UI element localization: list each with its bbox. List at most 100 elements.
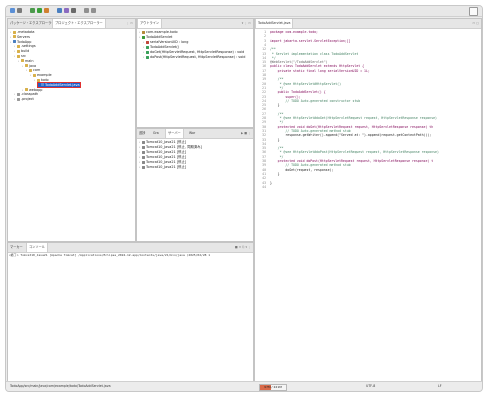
- method-icon: [146, 50, 149, 54]
- server-item[interactable]: › Tomcat10_Java21 [停止]: [139, 155, 186, 160]
- console-output: <終了> Tomcat10_Java21 [Apache Tomcat] /Ap…: [9, 253, 211, 257]
- search-icon[interactable]: [71, 8, 76, 13]
- code-line[interactable]: * @see HttpServlet#doGet(HttpServletRequ…: [270, 116, 437, 120]
- java-file-icon: [41, 83, 44, 87]
- tab-markers[interactable]: マーカー: [8, 243, 25, 252]
- tree-item-label: java: [29, 63, 37, 68]
- view-menu-icon[interactable]: ⋮ ▭: [126, 21, 133, 26]
- code-line[interactable]: response.getWriter().append("Served at: …: [270, 133, 431, 137]
- tree-item-label: .classpath: [21, 92, 39, 97]
- tree-item-label: TodoApp: [17, 39, 32, 44]
- package-icon: [142, 30, 145, 34]
- heap-label: 97M / 221M: [264, 385, 282, 389]
- heap-status[interactable]: 97M / 221M: [259, 384, 287, 391]
- save-icon[interactable]: [17, 8, 22, 13]
- server-item[interactable]: › Tomcat10_Java21 [停止]: [139, 150, 186, 155]
- explorer-item[interactable]: › .project: [14, 97, 34, 102]
- code-line[interactable]: // TODO Auto-generated constructor stub: [270, 99, 360, 103]
- outline-item[interactable]: › TodoAddServlet: [139, 35, 172, 40]
- code-line[interactable]: }: [270, 138, 280, 142]
- tab-gradle[interactable]: Gra: [151, 129, 161, 138]
- code-line[interactable]: package com.example.todo;: [270, 30, 318, 34]
- server-item[interactable]: › Tomcat10_Java21 [停止]: [139, 160, 186, 165]
- server-icon: [142, 140, 145, 144]
- forward-icon[interactable]: [91, 8, 96, 13]
- code-line[interactable]: import jakarta.servlet.ServletException;…: [270, 39, 351, 43]
- tree-item-label: build: [21, 49, 30, 54]
- code-line[interactable]: private static final long serialVersionU…: [270, 69, 370, 73]
- folder-icon: [17, 49, 20, 53]
- class-icon: [142, 35, 145, 39]
- server-item[interactable]: › Tomcat10_Java21 [停止]: [139, 140, 186, 145]
- server-item[interactable]: › Tomcat10_Java21 [停止, 同期済み]: [139, 145, 202, 150]
- code-line[interactable]: * Servlet implementation class TodoAddSe…: [270, 52, 358, 56]
- folder-icon: [13, 30, 16, 34]
- folder-icon: [25, 88, 28, 92]
- outline-panel: アウトライン ▾ ⋮ ▭ › com.example.todo › TodoAddSe…: [136, 18, 254, 128]
- code-line[interactable]: }: [270, 103, 280, 107]
- outline-item[interactable]: › serialVersionUID : long: [143, 40, 188, 45]
- perspective-icon[interactable]: [469, 7, 478, 16]
- line-number: 44: [262, 184, 266, 189]
- tree-item-label: .metadata: [17, 30, 35, 34]
- server-icon: [142, 160, 145, 164]
- tree-item-label: example: [37, 73, 52, 78]
- server-icon: [142, 155, 145, 159]
- folder-icon: [17, 44, 20, 48]
- debug-icon[interactable]: [30, 8, 35, 13]
- code-line[interactable]: }: [270, 172, 280, 176]
- outline-tabbar: アウトライン ▾ ⋮ ▭: [137, 19, 253, 29]
- tree-item-label: Tomcat10_Java21 [停止]: [146, 150, 187, 154]
- servers-tabbar: 進捗 Gra サーバー Wor ▶ ■ ⋮: [137, 129, 253, 139]
- new-java-class-icon[interactable]: [57, 8, 62, 13]
- tab-servers[interactable]: サーバー: [165, 129, 184, 138]
- run-icon[interactable]: [37, 8, 42, 13]
- tree-item-label: com: [33, 68, 41, 73]
- editor-panel: TodoAddServlet.java ▭ ▢ 1 package com.exa…: [254, 18, 482, 382]
- server-icon: [142, 150, 145, 154]
- back-icon[interactable]: [84, 8, 89, 13]
- explorer-panel: パッケージ・エクスプローラー プロジェクト・エクスプローラー ⋮ ▭ › .met…: [7, 18, 136, 242]
- main-toolbar: [6, 6, 482, 17]
- tree-item-label: Tomcat10_Java21 [停止]: [146, 165, 187, 169]
- open-type-icon[interactable]: [64, 8, 69, 13]
- tab-outline[interactable]: アウトライン: [137, 19, 163, 28]
- tab-package-explorer[interactable]: パッケージ・エクスプローラー: [8, 19, 56, 28]
- tree-item-label: Tomcat10_Java21 [停止, 同期済み]: [146, 145, 202, 149]
- code-area[interactable]: 1 package com.example.todo; 2 3 import jakar…: [255, 28, 481, 381]
- editor-tab-todoaddservlet[interactable]: TodoAddServlet.java: [255, 19, 294, 28]
- explorer-item[interactable]: › TodoAddServlet.java: [37, 81, 81, 89]
- tree-item-label: com.example.todo: [146, 30, 178, 34]
- outline-item[interactable]: › doGet(HttpServletRequest, HttpServletRe…: [143, 50, 244, 55]
- tree-item-label: webapp: [29, 87, 43, 92]
- tree-item-label: main: [25, 58, 34, 63]
- outline-item[interactable]: › TodoAddServlet(): [143, 45, 179, 50]
- tab-console[interactable]: コンソール: [26, 243, 48, 252]
- tab-progress[interactable]: 進捗: [137, 129, 147, 138]
- outline-toolbar-icons[interactable]: ▾ ⋮ ▭: [242, 21, 251, 26]
- code-line[interactable]: * @see HttpServlet#doPost(HttpServletReq…: [270, 150, 439, 154]
- tree-item-label: Tomcat10_Java21 [停止]: [146, 140, 187, 144]
- folder-icon: [17, 54, 20, 58]
- console-panel: マーカー コンソール ■ ✕ ⎘ ▾ ⋮ <終了> Tomcat10_Java2…: [7, 242, 254, 382]
- folder-icon: [25, 64, 28, 68]
- tree-item-label: doPost(HttpServletRequest, HttpServletRe…: [150, 55, 246, 59]
- outline-item[interactable]: › doPost(HttpServletRequest, HttpServletR…: [143, 55, 245, 60]
- servers-toolbar-icons[interactable]: ▶ ■ ⋮: [241, 131, 251, 136]
- console-toolbar-icons[interactable]: ■ ✕ ⎘ ▾ ⋮: [235, 245, 251, 250]
- tree-item-label: TodoAddServlet: [146, 35, 173, 39]
- tree-item-label: Tomcat10_Java21 [停止]: [146, 160, 187, 164]
- server-run-icon[interactable]: [44, 8, 49, 13]
- tree-item-label: todo: [41, 78, 49, 82]
- outline-item[interactable]: › com.example.todo: [139, 30, 178, 35]
- tree-item-label: .settings: [21, 44, 36, 49]
- editor-maximize-icon[interactable]: ▭ ▢: [472, 21, 479, 26]
- tree-item-label: .project: [21, 97, 34, 102]
- code-line[interactable]: }: [270, 181, 272, 185]
- server-icon: [142, 145, 145, 149]
- tab-workspace[interactable]: Wor: [187, 129, 197, 138]
- new-icon[interactable]: [10, 8, 15, 13]
- tree-item-label: serialVersionUID : long: [150, 40, 189, 44]
- server-item[interactable]: › Tomcat10_Java21 [停止]: [139, 165, 186, 170]
- tab-project-explorer[interactable]: プロジェクト・エクスプローラー: [52, 19, 106, 28]
